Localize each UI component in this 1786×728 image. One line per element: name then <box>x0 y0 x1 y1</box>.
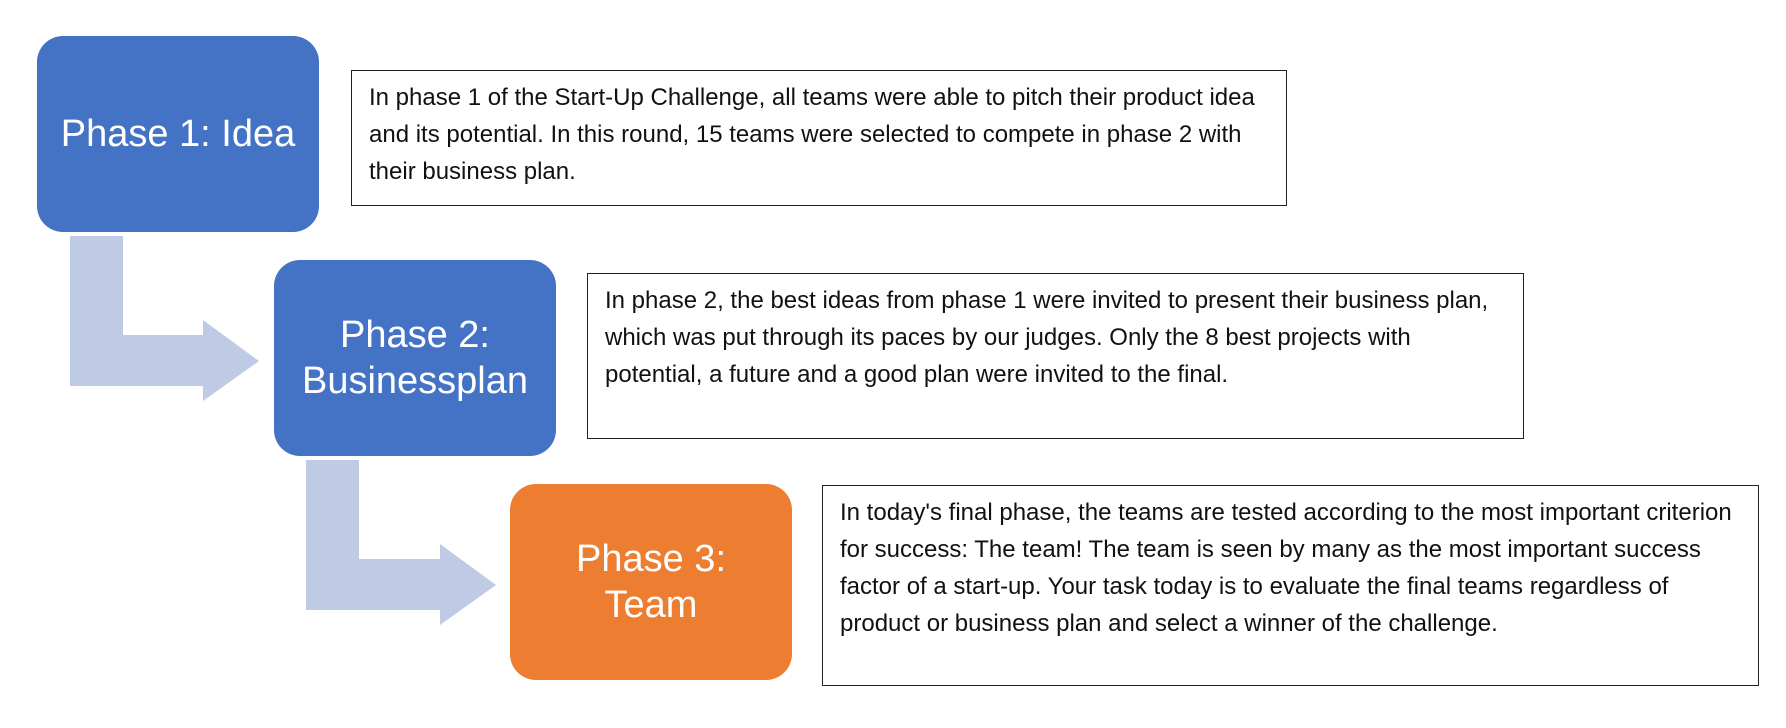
phase-2-box: Phase 2: Businessplan <box>274 260 556 456</box>
phase-3-title: Phase 3: Team <box>576 536 726 628</box>
phase-3-title-line: Phase 3: <box>576 538 726 580</box>
phase-3-description: In today's final phase, the teams are te… <box>822 485 1759 686</box>
phase-2-description: In phase 2, the best ideas from phase 1 … <box>587 273 1524 439</box>
bent-arrow-phase1-to-phase2 <box>70 236 259 401</box>
phase-3-title-line: Team <box>604 584 698 626</box>
bent-arrow-phase2-to-phase3 <box>306 460 496 625</box>
phase-2-title: Phase 2: Businessplan <box>302 312 528 404</box>
phase-1-box: Phase 1: Idea <box>37 36 319 232</box>
phase-1-description: In phase 1 of the Start-Up Challenge, al… <box>351 70 1287 206</box>
phase-1-title-line: Phase 1: Idea <box>60 113 296 155</box>
phase-2-title-line: Businessplan <box>301 360 529 402</box>
phase-3-box: Phase 3: Team <box>510 484 792 680</box>
phase-1-title: Phase 1: Idea <box>61 111 296 157</box>
phase-2-title-line: Phase 2: <box>339 314 490 356</box>
